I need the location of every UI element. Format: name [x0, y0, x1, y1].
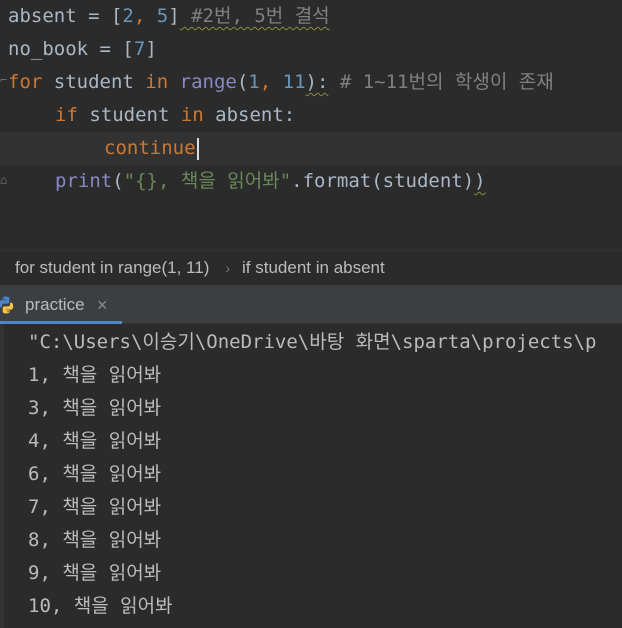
fold-end-icon[interactable]: ⌂: [0, 173, 8, 187]
code-token-var: student: [77, 104, 181, 126]
console-output-line: 9, 책을 읽어봐: [28, 562, 162, 584]
code-token-rest: absent:: [203, 104, 296, 126]
console-output[interactable]: "C:\Users\이승기\OneDrive\바탕 화면\sparta\proj…: [0, 324, 622, 628]
code-line-6[interactable]: ⌂ print("{}, 책을 읽어봐".format(student)): [0, 165, 622, 198]
code-editor[interactable]: absent = [2, 5] #2번, 5번 결석 no_book = [7]…: [0, 0, 622, 250]
code-token-number: 2: [122, 5, 134, 27]
code-token-bracket: ): [474, 170, 486, 192]
breadcrumb-item-if[interactable]: if student in absent: [242, 258, 385, 278]
code-token-number: 11: [282, 71, 306, 93]
code-token-var: absent: [8, 5, 77, 27]
text-caret: [196, 137, 199, 160]
code-token-rest: .format(student): [291, 170, 475, 192]
close-icon[interactable]: ×: [97, 286, 108, 324]
code-line-4[interactable]: if student in absent:: [0, 99, 622, 132]
run-tool-window-tabs: practice ×: [0, 286, 622, 324]
code-token-bracket: (: [112, 170, 124, 192]
code-comment: #2번, 5번 결석: [179, 5, 330, 27]
code-token-var: no_book: [8, 38, 89, 60]
console-output-line: 8, 책을 읽어봐: [28, 529, 162, 551]
fold-marker-icon[interactable]: ⌐: [0, 73, 8, 87]
tab-practice[interactable]: practice ×: [0, 286, 122, 324]
code-token-bracket: [: [122, 38, 134, 60]
code-line-1[interactable]: absent = [2, 5] #2번, 5번 결석: [0, 0, 622, 33]
console-gutter: [0, 324, 4, 628]
python-icon: [0, 296, 14, 314]
code-line-2[interactable]: no_book = [7]: [0, 33, 622, 66]
code-token-var: student: [42, 71, 146, 93]
code-comment: # 1~11번의 학생이 존재: [328, 71, 554, 93]
code-token-keyword: for: [8, 71, 43, 93]
code-token-keyword: continue: [104, 137, 196, 159]
code-line-3[interactable]: ⌐ for student in range(1, 11): # 1~11번의 …: [0, 66, 622, 99]
code-line-5[interactable]: continue: [0, 132, 622, 165]
code-token-number: 7: [133, 38, 146, 60]
console-output-line: 7, 책을 읽어봐: [28, 496, 162, 518]
console-output-line: 10, 책을 읽어봐: [28, 595, 173, 617]
code-token-keyword: in: [180, 104, 204, 126]
code-token-bracket: ]: [168, 5, 180, 27]
code-token-builtin: range: [179, 71, 237, 93]
code-token-bracket: [: [110, 5, 123, 27]
console-command-line: "C:\Users\이승기\OneDrive\바탕 화면\sparta\proj…: [28, 331, 597, 353]
breadcrumb: for student in range(1, 11) › if student…: [0, 250, 622, 286]
breadcrumb-item-for[interactable]: for student in range(1, 11): [0, 258, 209, 278]
code-token-sep: ,: [259, 71, 283, 93]
chevron-right-icon: ›: [225, 260, 231, 276]
code-token-bracket: (: [236, 71, 249, 93]
code-token-op: =: [76, 5, 111, 27]
code-token-keyword: in: [145, 71, 169, 93]
console-output-line: 6, 책을 읽어봐: [28, 463, 162, 485]
code-token-keyword: if: [55, 104, 78, 126]
tab-label: practice: [25, 295, 85, 314]
console-output-line: 4, 책을 읽어봐: [28, 430, 162, 452]
console-output-line: 3, 책을 읽어봐: [28, 397, 162, 419]
code-token-string: "{}, 책을 읽어봐": [123, 170, 292, 192]
code-token-bracket: ]: [145, 38, 157, 60]
console-output-line: 1, 책을 읽어봐: [28, 364, 162, 386]
code-token-sep: ,: [133, 5, 157, 27]
code-token-op: =: [88, 38, 123, 60]
code-token-bracket: ):: [305, 71, 329, 93]
code-token-builtin: print: [55, 170, 113, 192]
code-token-number: 1: [248, 71, 260, 93]
code-token-number: 5: [156, 5, 169, 27]
